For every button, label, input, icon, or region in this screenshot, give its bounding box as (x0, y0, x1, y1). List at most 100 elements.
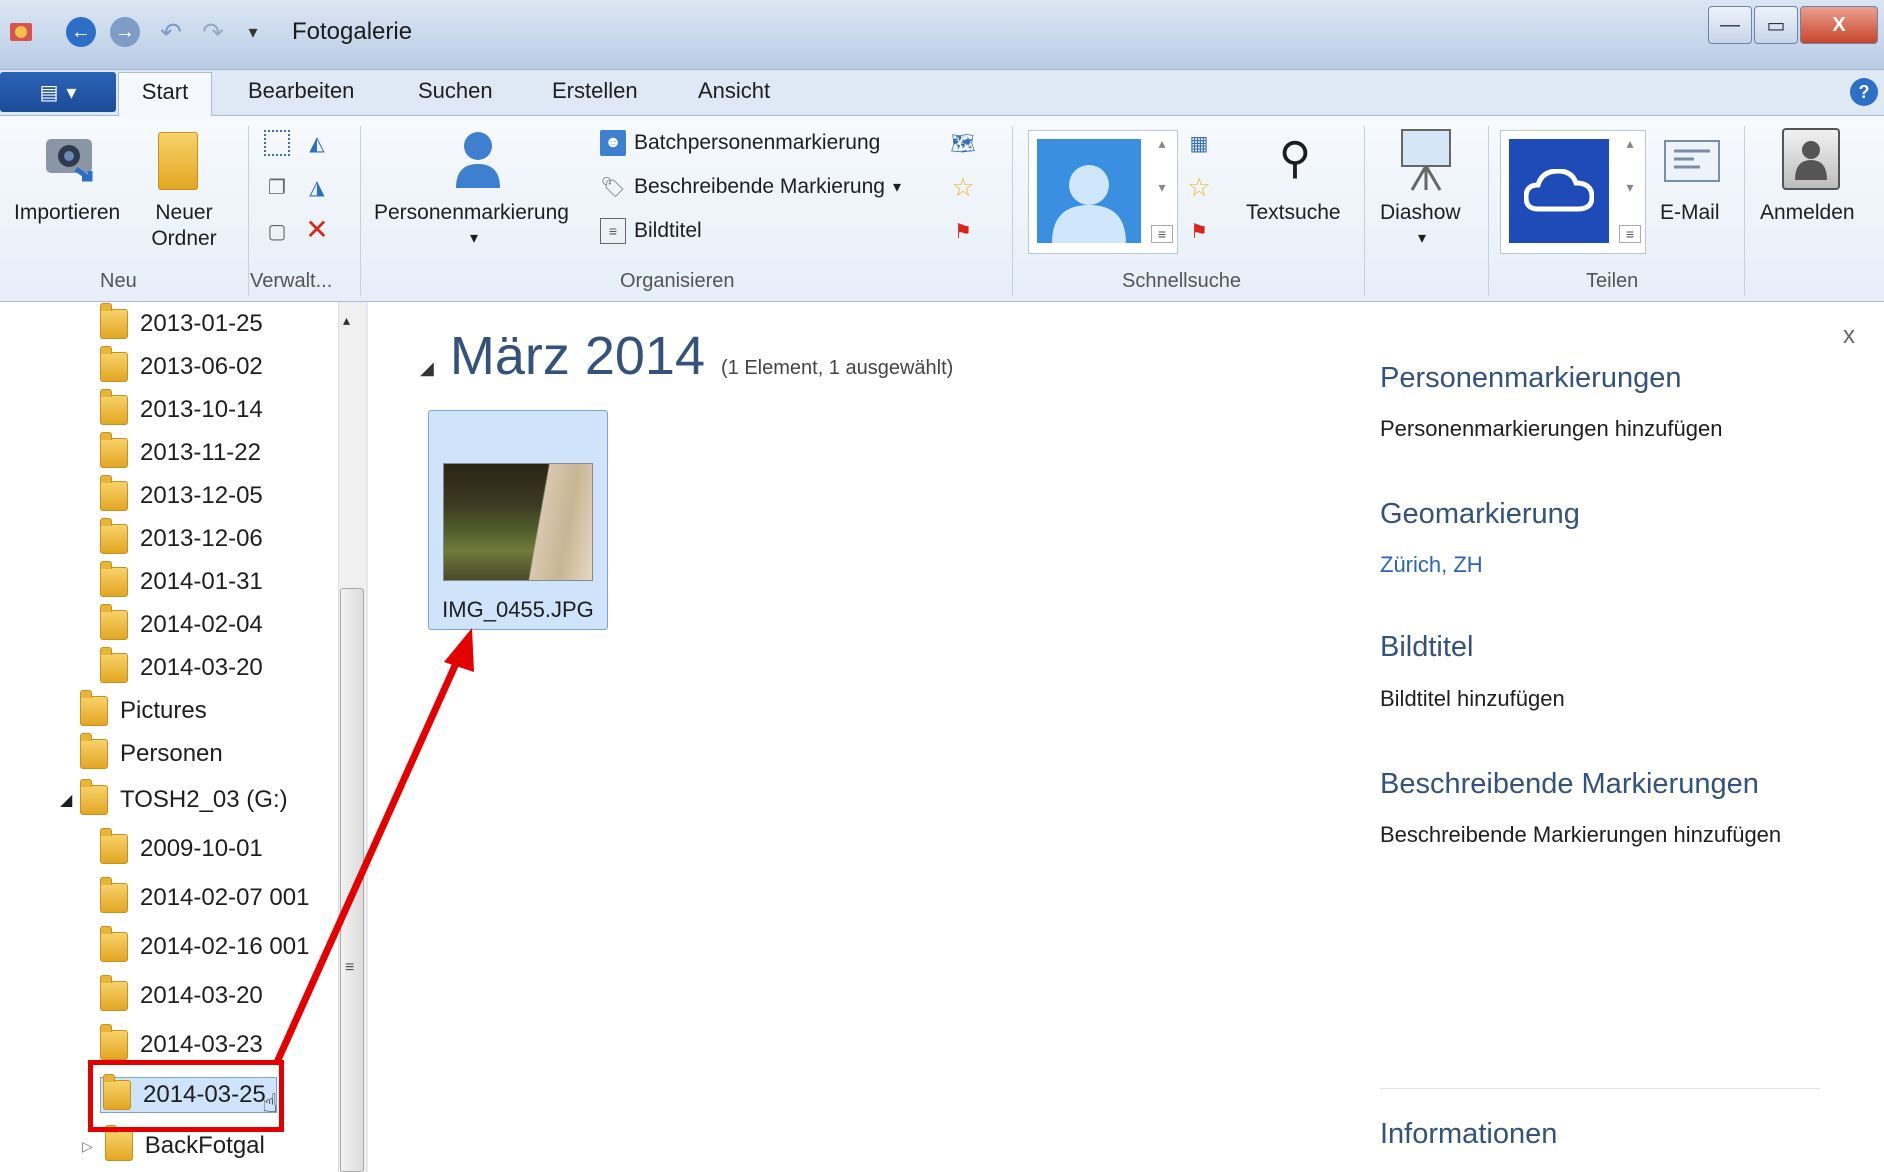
delete-icon[interactable]: ✕ (304, 214, 330, 245)
folder-icon (80, 690, 108, 726)
batch-tag-label: Batchpersonenmarkierung (634, 131, 881, 154)
tab-erstellen[interactable]: Erstellen (552, 78, 638, 104)
information-heading: Informationen (1380, 1118, 1558, 1150)
tree-item[interactable]: 2014-02-07 001 (100, 877, 310, 916)
scrollbar-thumb[interactable]: ≡ (340, 588, 364, 1172)
tree-item[interactable]: 2009-10-01 (100, 828, 263, 867)
share-gallery[interactable]: ▴ ▾ ≡ (1500, 130, 1646, 254)
tab-ansicht[interactable]: Ansicht (698, 78, 770, 104)
folder-tree: 2013-01-25 2013-06-02 2013-10-14 2013-11… (0, 302, 340, 1172)
folder-icon (100, 926, 128, 962)
date-group-header[interactable]: ◢ März 2014 (1 Element, 1 ausgewählt) (420, 325, 953, 387)
copy-icon[interactable]: ❐ (264, 174, 290, 200)
rating-filter-icon[interactable]: ☆ (1186, 172, 1212, 202)
tree-item[interactable]: 2013-12-05 (100, 475, 263, 514)
tree-item[interactable]: 2013-06-02 (100, 346, 263, 385)
expanded-arrow-icon[interactable]: ◢ (60, 790, 72, 810)
tree-item[interactable]: 2014-03-20 (100, 647, 263, 686)
flag-icon[interactable]: ⚑ (950, 218, 976, 244)
title-bar: ← → ↶ ↷ ▾ Fotogalerie — ▭ X (0, 0, 1884, 70)
tree-item[interactable]: 2013-11-22 (100, 432, 261, 471)
tree-item[interactable]: 2014-03-20 (100, 975, 263, 1014)
undo-icon[interactable]: ↶ (156, 17, 186, 47)
folder-icon (100, 432, 128, 468)
back-icon[interactable]: ← (66, 17, 96, 47)
ribbon: Importieren Neuer Ordner Neu ◭ ❐ ◮ ▢ ✕ V… (0, 116, 1884, 302)
date-filter-icon[interactable]: ▦ (1186, 130, 1212, 156)
gallery-expand-icon[interactable]: ≡ (1151, 225, 1173, 243)
gallery-expand-icon[interactable]: ≡ (1619, 225, 1641, 243)
app-menu-button[interactable]: ▤ ▾ (0, 72, 116, 112)
add-caption-link[interactable]: Bildtitel hinzufügen (1380, 686, 1565, 712)
geotag-heading: Geomarkierung (1380, 498, 1580, 530)
folder-icon (100, 518, 128, 554)
photo-filename: IMG_0455.JPG (442, 597, 594, 622)
maximize-button[interactable]: ▭ (1754, 6, 1798, 44)
geotag-icon[interactable]: 🗺 (950, 130, 976, 156)
tree-item[interactable]: 2013-01-25 (100, 303, 263, 342)
pane-divider[interactable] (366, 302, 368, 1172)
photo-tile[interactable]: IMG_0455.JPG (428, 410, 608, 630)
people-tags-heading: Personenmarkierungen (1380, 362, 1682, 394)
tree-item[interactable]: 2013-12-06 (100, 518, 263, 557)
gallery-scroll-up-icon[interactable]: ▴ (1151, 135, 1173, 152)
collapsed-arrow-icon[interactable]: ▷ (82, 1138, 93, 1155)
select-all-icon[interactable] (264, 130, 290, 156)
gallery-scroll-up-icon[interactable]: ▴ (1619, 135, 1641, 152)
chevron-down-icon: ▾ (1418, 230, 1427, 247)
tree-item-label: 2014-02-07 001 (140, 884, 310, 911)
tree-item[interactable]: 2014-01-31 (100, 561, 263, 600)
folder-icon (100, 389, 128, 425)
import-label: Importieren (14, 201, 121, 224)
star-rating-icon[interactable]: ☆ (950, 172, 976, 202)
redo-icon[interactable]: ↷ (198, 17, 228, 47)
gallery-scroll-down-icon[interactable]: ▾ (1619, 179, 1641, 196)
close-info-pane-icon[interactable]: x (1843, 322, 1855, 350)
caption-button[interactable]: ≡ Bildtitel (600, 218, 702, 244)
folder-icon (80, 733, 108, 769)
tree-item[interactable]: 2014-02-16 001 (100, 926, 309, 965)
tree-item-label: 2013-12-06 (140, 525, 263, 552)
close-button[interactable]: X (1800, 6, 1878, 44)
tab-suchen[interactable]: Suchen (418, 78, 493, 104)
tab-start[interactable]: Start (118, 72, 212, 117)
tree-item-label: Pictures (120, 697, 207, 724)
tree-item[interactable]: Pictures (80, 690, 207, 729)
grip-icon: ≡ (345, 959, 355, 976)
batch-tag-button[interactable]: ☻ Batchpersonenmarkierung (600, 130, 880, 156)
batch-person-icon: ☻ (600, 130, 626, 156)
email-label: E-Mail (1660, 201, 1720, 224)
tree-item-drive[interactable]: ◢ TOSH2_03 (G:) (60, 779, 288, 818)
geotag-value[interactable]: Zürich, ZH (1380, 552, 1483, 578)
gallery-scroll-down-icon[interactable]: ▾ (1151, 179, 1173, 196)
flag-filter-icon[interactable]: ⚑ (1186, 218, 1212, 244)
customize-qat-icon[interactable]: ▾ (238, 17, 268, 47)
tree-item[interactable]: 2013-10-14 (100, 389, 263, 428)
tree-item[interactable]: 2014-02-04 (100, 604, 263, 643)
tree-item[interactable]: ▷ BackFotgal (82, 1125, 265, 1164)
tab-bearbeiten[interactable]: Bearbeiten (248, 78, 354, 104)
separator (1364, 126, 1365, 296)
descriptive-tag-label: Beschreibende Markierung (634, 175, 885, 198)
help-icon[interactable]: ? (1850, 78, 1878, 106)
forward-icon[interactable]: → (110, 17, 140, 47)
group-label-neu: Neu (100, 270, 137, 292)
add-descriptive-tags-link[interactable]: Beschreibende Markierungen hinzufügen (1380, 822, 1781, 848)
rotate-right-icon[interactable]: ◮ (304, 174, 330, 200)
paste-icon[interactable]: ▢ (264, 218, 290, 244)
scroll-up-icon[interactable]: ▴ (343, 312, 350, 329)
separator (1744, 126, 1745, 296)
email-icon (1664, 140, 1720, 182)
rotate-left-icon[interactable]: ◭ (304, 130, 330, 156)
minimize-button[interactable]: — (1708, 6, 1752, 44)
descriptive-tag-button[interactable]: 🏷 Beschreibende Markierung ▾ (600, 174, 901, 200)
add-people-tags-link[interactable]: Personenmarkierungen hinzufügen (1380, 416, 1722, 442)
collapse-group-icon[interactable]: ◢ (420, 358, 434, 379)
people-filter-gallery[interactable]: ▴ ▾ ≡ (1028, 130, 1178, 254)
person-tag-label: Personenmarkierung (374, 201, 569, 224)
tree-item[interactable]: 2014-03-23 (100, 1024, 263, 1063)
tree-item[interactable]: Personen (80, 733, 223, 772)
tree-item-label: 2014-03-20 (140, 654, 263, 681)
chevron-down-icon: ▾ (470, 230, 479, 247)
tree-item-label: 2013-11-22 (140, 439, 261, 466)
